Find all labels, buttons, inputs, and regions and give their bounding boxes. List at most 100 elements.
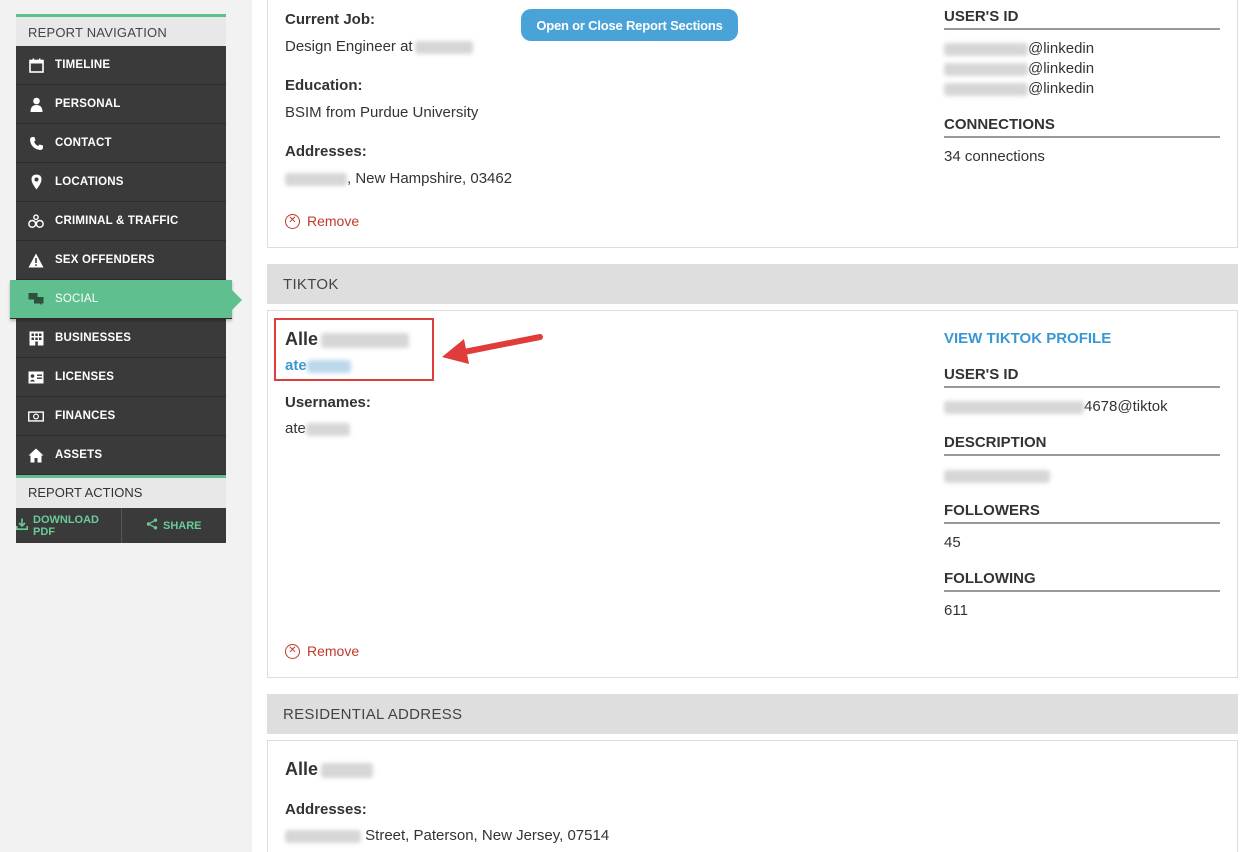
redacted-text [414, 40, 473, 54]
tiktok-section-header: TIKTOK [267, 264, 1238, 304]
close-circle-icon: ✕ [285, 213, 300, 229]
residential-name-text: Alle [285, 759, 319, 779]
download-pdf-label: DOWNLOAD PDF [33, 513, 99, 538]
redacted-text [944, 42, 1028, 56]
redacted-text [944, 62, 1028, 76]
tiktok-card: Alle ate Usernames: ate ✕ Remove VIEW TI… [267, 310, 1238, 678]
description-value [944, 468, 1050, 486]
remove-label: Remove [307, 213, 360, 229]
followers-value: 45 [944, 534, 961, 551]
money-icon [28, 408, 44, 424]
nav-item-label: SOCIAL [55, 293, 99, 305]
nav-item-label: PERSONAL [55, 98, 121, 110]
tiktok-user-id-value: 4678@tiktok [944, 398, 1168, 415]
redacted-text [944, 470, 1050, 484]
current-job-value: Design Engineer at [285, 38, 473, 55]
share-label: SHARE [162, 519, 202, 532]
warning-icon [28, 252, 44, 268]
nav-item-timeline[interactable]: TIMELINE [16, 46, 226, 85]
map-pin-icon [28, 174, 44, 190]
user-id-text: 4678@tiktok [1084, 398, 1168, 415]
report-main: Current Job: Design Engineer at Educatio… [252, 0, 1240, 852]
view-tiktok-profile-link[interactable]: VIEW TIKTOK PROFILE [944, 330, 1111, 347]
linkedin-user-id-heading: USER'S ID [944, 8, 1220, 30]
nav-item-contact[interactable]: CONTACT [16, 124, 226, 163]
education-value: BSIM from Purdue University [285, 104, 479, 121]
redacted-text [321, 762, 374, 778]
nav-item-businesses[interactable]: BUSINESSES [16, 319, 226, 358]
nav-item-label: TIMELINE [55, 59, 111, 71]
remove-label: Remove [307, 643, 360, 659]
remove-button[interactable]: ✕ Remove [285, 213, 359, 229]
toggle-report-sections-button[interactable]: Open or Close Report Sections [521, 9, 738, 41]
education-label: Education: [285, 77, 363, 94]
phone-icon [28, 135, 44, 151]
nav-item-finances[interactable]: FINANCES [16, 397, 226, 436]
report-sidebar: REPORT NAVIGATION TIMELINE PERSONAL CONT… [10, 14, 242, 543]
following-heading: FOLLOWING [944, 570, 1220, 592]
residential-address-value: Street, Paterson, New Jersey, 07514 [285, 827, 609, 844]
current-job-text: Design Engineer at [285, 38, 413, 55]
following-value: 611 [944, 602, 968, 619]
residential-address-card: Alle Addresses: Street, Paterson, New Je… [267, 740, 1238, 852]
report-navigation-header: REPORT NAVIGATION [16, 14, 226, 46]
calendar-icon [28, 57, 44, 73]
nav-item-label: SEX OFFENDERS [55, 254, 155, 266]
redacted-text [305, 422, 350, 436]
nav-item-licenses[interactable]: LICENSES [16, 358, 226, 397]
close-circle-icon: ✕ [285, 643, 300, 659]
handcuffs-icon [28, 213, 44, 229]
followers-heading: FOLLOWERS [944, 502, 1220, 524]
linkedin-user-id-1: @linkedin [944, 40, 1094, 57]
residential-name: Alle [285, 759, 374, 780]
addresses-label: Addresses: [285, 143, 367, 160]
highlight-box [274, 318, 434, 381]
user-id-text: @linkedin [1028, 40, 1095, 57]
nav-item-sex-offenders[interactable]: SEX OFFENDERS [16, 241, 226, 280]
download-pdf-button[interactable]: DOWNLOAD PDF [16, 508, 121, 543]
residential-address-text: Street, Paterson, New Jersey, 07514 [361, 827, 610, 844]
linkedin-user-id-3: @linkedin [944, 80, 1094, 97]
linkedin-user-id-2: @linkedin [944, 60, 1094, 77]
nav-item-social[interactable]: SOCIAL [10, 280, 242, 319]
address-text: , New Hampshire, 03462 [347, 170, 513, 187]
remove-button[interactable]: ✕ Remove [285, 643, 359, 659]
house-icon [28, 447, 44, 463]
building-icon [28, 330, 44, 346]
user-id-text: @linkedin [1028, 80, 1095, 97]
current-job-label: Current Job: [285, 11, 375, 28]
report-actions-row: DOWNLOAD PDF SHARE [16, 508, 226, 543]
chat-bubbles-icon [28, 291, 44, 307]
username-text: ate [285, 420, 306, 437]
tiktok-user-id-heading: USER'S ID [944, 366, 1220, 388]
nav-item-label: FINANCES [55, 410, 116, 422]
red-arrow-annotation [442, 334, 543, 364]
nav-item-label: LOCATIONS [55, 176, 124, 188]
share-icon [146, 518, 158, 533]
share-button[interactable]: SHARE [120, 508, 227, 543]
nav-item-label: CONTACT [55, 137, 112, 149]
usernames-label: Usernames: [285, 394, 371, 411]
address-value: , New Hampshire, 03462 [285, 170, 512, 187]
nav-item-label: CRIMINAL & TRAFFIC [55, 215, 179, 227]
nav-item-label: ASSETS [55, 449, 103, 461]
nav-item-criminal-traffic[interactable]: CRIMINAL & TRAFFIC [16, 202, 226, 241]
id-card-icon [28, 369, 44, 385]
connections-value: 34 connections [944, 148, 1045, 165]
nav-item-label: LICENSES [55, 371, 115, 383]
connections-heading: CONNECTIONS [944, 116, 1220, 138]
redacted-text [944, 82, 1028, 96]
nav-item-label: BUSINESSES [55, 332, 132, 344]
nav-item-personal[interactable]: PERSONAL [16, 85, 226, 124]
description-heading: DESCRIPTION [944, 434, 1220, 456]
nav-item-assets[interactable]: ASSETS [16, 436, 226, 475]
linkedin-card: Current Job: Design Engineer at Educatio… [267, 0, 1238, 248]
user-id-text: @linkedin [1028, 60, 1095, 77]
nav-item-locations[interactable]: LOCATIONS [16, 163, 226, 202]
residential-address-section-header: RESIDENTIAL ADDRESS [267, 694, 1238, 734]
username-value: ate [285, 420, 350, 437]
redacted-text [285, 172, 347, 186]
report-actions-header: REPORT ACTIONS [16, 475, 226, 508]
redacted-text [285, 829, 361, 843]
redacted-text [944, 400, 1084, 414]
